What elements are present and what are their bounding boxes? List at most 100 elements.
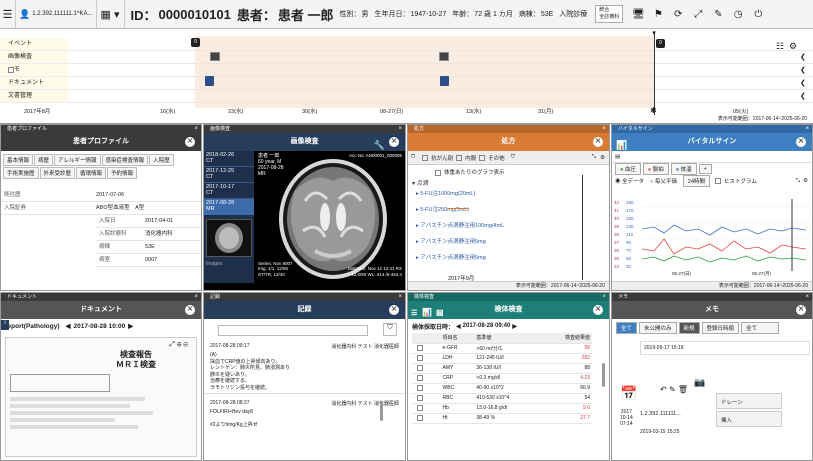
layout-grid-icon[interactable]: ▦ ▾	[97, 0, 125, 28]
camera-icon[interactable]: 📷	[694, 377, 705, 388]
chart-icon[interactable]: 📊	[422, 304, 432, 322]
table-row[interactable]: WBC 40-90 x10^2 66.9	[412, 383, 592, 394]
trash-icon[interactable]: 🗑	[678, 385, 688, 394]
image-study-icon[interactable]	[439, 52, 449, 61]
chevron-left-icon[interactable]: ❮	[800, 53, 806, 61]
power-icon[interactable]: ⏻	[749, 5, 767, 23]
checkbox[interactable]	[479, 154, 486, 161]
period-select[interactable]: 24時間	[682, 175, 711, 187]
close-icon[interactable]: ✕	[796, 305, 806, 315]
tab-all[interactable]: 全て	[616, 322, 638, 334]
close-icon[interactable]: ×	[602, 293, 606, 301]
expand-icon[interactable]: ⤢	[689, 5, 707, 23]
radio-all[interactable]: ◉ 全データ	[615, 177, 644, 185]
close-icon[interactable]: ×	[805, 293, 809, 301]
study-item[interactable]: 2017-08-28 MR	[204, 199, 254, 215]
close-icon[interactable]: ×	[194, 293, 198, 301]
table-row[interactable]: LDH 121-245 IU/l 282	[412, 353, 592, 364]
tab-circulation[interactable]: 循環情報	[76, 167, 107, 179]
document-icon[interactable]	[440, 76, 449, 86]
tab-history[interactable]: 病歴	[34, 154, 54, 166]
table-row[interactable]: AMY 36-138 IU/l 88	[412, 363, 592, 374]
tab-outpatient[interactable]: 外来受診歴	[39, 167, 76, 179]
tab-surgery[interactable]: 手術実施歴	[3, 167, 39, 179]
menu-icon[interactable]: ☰	[0, 0, 16, 28]
event-badge[interactable]: 0	[656, 39, 665, 48]
table-row[interactable]: RBC 410-530 x10^4 54	[412, 393, 592, 404]
chevron-left-icon[interactable]: ❮	[800, 92, 806, 100]
drain-button[interactable]: ドレーン	[716, 393, 782, 409]
image-study-icon[interactable]	[210, 52, 220, 61]
checkbox[interactable]	[417, 374, 423, 381]
edit-icon[interactable]: ✎	[669, 385, 676, 394]
study-item[interactable]: 2018-02-26 CT	[204, 151, 254, 167]
info-icon[interactable]: i	[1, 320, 9, 330]
timeline-event-checkbox[interactable]	[8, 67, 14, 73]
close-icon[interactable]: ✕	[185, 137, 195, 147]
study-item[interactable]: 2017-10-17 CT	[204, 183, 254, 199]
checkbox[interactable]	[435, 169, 441, 176]
table-icon[interactable]: ▤	[436, 304, 444, 322]
document-viewer[interactable]: ⤢ ⊕ ⊖ 検査報告 ＭＲＩ検査	[5, 337, 197, 457]
checkbox[interactable]	[417, 404, 423, 411]
checkbox[interactable]	[417, 354, 423, 361]
close-icon[interactable]: ✕	[796, 137, 806, 147]
link-icon[interactable]: ⤡	[592, 154, 596, 161]
checkbox[interactable]	[417, 384, 423, 391]
drug-item[interactable]: ▸ アバスチン点滴静注用100mg/4mL	[408, 221, 609, 231]
gear-icon[interactable]: ⚙	[789, 41, 797, 52]
new-button[interactable]: 新規	[678, 322, 700, 334]
undo-icon[interactable]: ↶	[660, 385, 667, 394]
scrollbar[interactable]	[602, 363, 605, 387]
memo-item[interactable]: 2019-09-17 15:18	[640, 341, 810, 355]
close-icon[interactable]: ×	[194, 125, 198, 133]
chevron-left-icon[interactable]: ❮	[800, 66, 806, 74]
section-drip[interactable]: ▾ 点滴	[408, 176, 609, 189]
table-row[interactable]: Ht 38-49 % 27.7	[412, 413, 592, 424]
close-icon[interactable]: ×	[805, 125, 809, 133]
drug-item[interactable]: ▸ アバスチン点滴静注用5mg	[408, 237, 609, 247]
thumbnail[interactable]	[206, 219, 252, 257]
chart-icon[interactable]: 📊	[616, 136, 627, 154]
add-button[interactable]: +	[698, 164, 712, 174]
list-view-icon[interactable]: ☷	[776, 41, 784, 52]
table-row[interactable]: CRP <0.3 mg/dl 4.23	[412, 373, 592, 384]
flag-icon[interactable]: ⚑	[649, 5, 667, 23]
close-icon[interactable]: ✕	[389, 305, 399, 315]
record-entry[interactable]: 2017-08-28 08:37 消化器内科 テスト 消化器医師 FOLFIRI+…	[204, 398, 405, 431]
chevron-left-icon[interactable]: ❮	[800, 79, 806, 87]
orders-cursor[interactable]	[582, 175, 583, 280]
close-icon[interactable]: ✕	[389, 137, 399, 147]
image-viewport[interactable]: 患者 一郎 60 year, M 2017-08-28 MR Acc.No: A…	[255, 151, 405, 283]
list-icon[interactable]: ☰	[411, 305, 417, 323]
close-icon[interactable]: ×	[398, 125, 402, 133]
weight-graph-option[interactable]: 体重あたりのグラフ表示	[408, 165, 609, 176]
checkbox[interactable]	[422, 154, 429, 161]
checkbox[interactable]	[417, 364, 423, 371]
tab-appointment[interactable]: 予約情報	[107, 167, 138, 179]
zoom-out-icon[interactable]: ⊖	[183, 341, 188, 348]
refresh-icon[interactable]: ⟳	[669, 5, 687, 23]
gear-icon[interactable]: ⚙	[803, 178, 808, 184]
prev-icon[interactable]: ◀	[66, 322, 71, 330]
table-row[interactable]: Hb 13.0-16.8 g/dl 9.6	[412, 403, 592, 414]
zoom-in-icon[interactable]: ⊕	[177, 341, 182, 348]
close-icon[interactable]: ✕	[593, 137, 603, 147]
sort-select[interactable]: 登録日時順	[701, 322, 740, 334]
legend-temp[interactable]: ● 体温	[670, 163, 697, 175]
clock-icon[interactable]: ◷	[729, 5, 747, 23]
records-search-input[interactable]	[218, 325, 368, 336]
next-icon[interactable]: ▶	[128, 322, 133, 330]
checkbox[interactable]	[417, 394, 423, 401]
legend-pulse[interactable]: ● 脈拍	[642, 163, 669, 175]
tab-admission[interactable]: 入院歴	[149, 154, 174, 166]
checkbox[interactable]	[456, 154, 463, 161]
monitor-icon[interactable]: 🖥	[629, 5, 647, 23]
tab-infection[interactable]: 感染症検査情報	[101, 154, 149, 166]
drug-item[interactable]: ▸ 5-FU注1000mg(20mL)	[408, 189, 609, 199]
department-dropdown[interactable]: 統合 全診療科	[595, 5, 624, 23]
legend-bp[interactable]: ● 血圧	[615, 163, 641, 175]
tab-allergy[interactable]: アレルギー情報	[54, 154, 101, 166]
close-icon[interactable]: ×	[398, 293, 402, 301]
event-badge[interactable]: 0	[191, 38, 200, 47]
